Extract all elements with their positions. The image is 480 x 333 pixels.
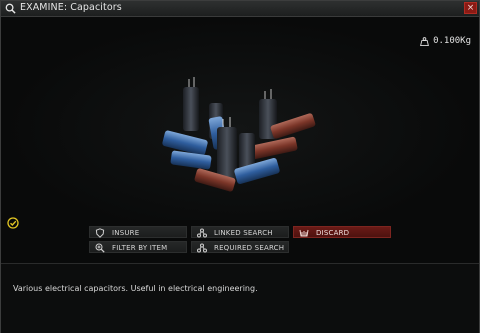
- zoom-icon: [95, 243, 105, 253]
- weight-display: 0.100Kg: [420, 36, 471, 46]
- close-button[interactable]: ×: [464, 2, 477, 14]
- shield-icon: [95, 228, 105, 238]
- title-bar[interactable]: EXAMINE: Capacitors ×: [1, 1, 479, 17]
- insure-label: INSURE: [112, 229, 140, 237]
- capacitors-image: [162, 77, 316, 192]
- discard-icon: [299, 229, 309, 237]
- item-preview[interactable]: 0.100Kg: [1, 17, 479, 229]
- required-search-label: REQUIRED SEARCH: [214, 244, 285, 252]
- description-panel: Various electrical capacitors. Useful in…: [1, 263, 479, 333]
- examine-window: EXAMINE: Capacitors × 0.100Kg INSURE LIN…: [0, 0, 480, 333]
- weight-icon: [420, 36, 430, 46]
- insure-button[interactable]: INSURE: [89, 226, 187, 238]
- discard-label: DISCARD: [316, 229, 350, 237]
- search-icon: [5, 3, 16, 14]
- linked-search-button[interactable]: LINKED SEARCH: [191, 226, 289, 238]
- discard-button[interactable]: DISCARD: [293, 226, 391, 238]
- filter-by-item-label: FILTER BY ITEM: [112, 244, 168, 252]
- weight-value: 0.100Kg: [433, 36, 471, 46]
- action-bar: INSURE LINKED SEARCH DISCARD FILTER BY I…: [1, 221, 479, 261]
- linked-search-label: LINKED SEARCH: [214, 229, 273, 237]
- link-icon: [197, 228, 207, 238]
- required-search-button[interactable]: REQUIRED SEARCH: [191, 241, 289, 253]
- filter-by-item-button[interactable]: FILTER BY ITEM: [89, 241, 187, 253]
- item-description: Various electrical capacitors. Useful in…: [13, 284, 258, 293]
- window-title: EXAMINE: Capacitors: [20, 2, 122, 13]
- tree-icon: [197, 243, 207, 253]
